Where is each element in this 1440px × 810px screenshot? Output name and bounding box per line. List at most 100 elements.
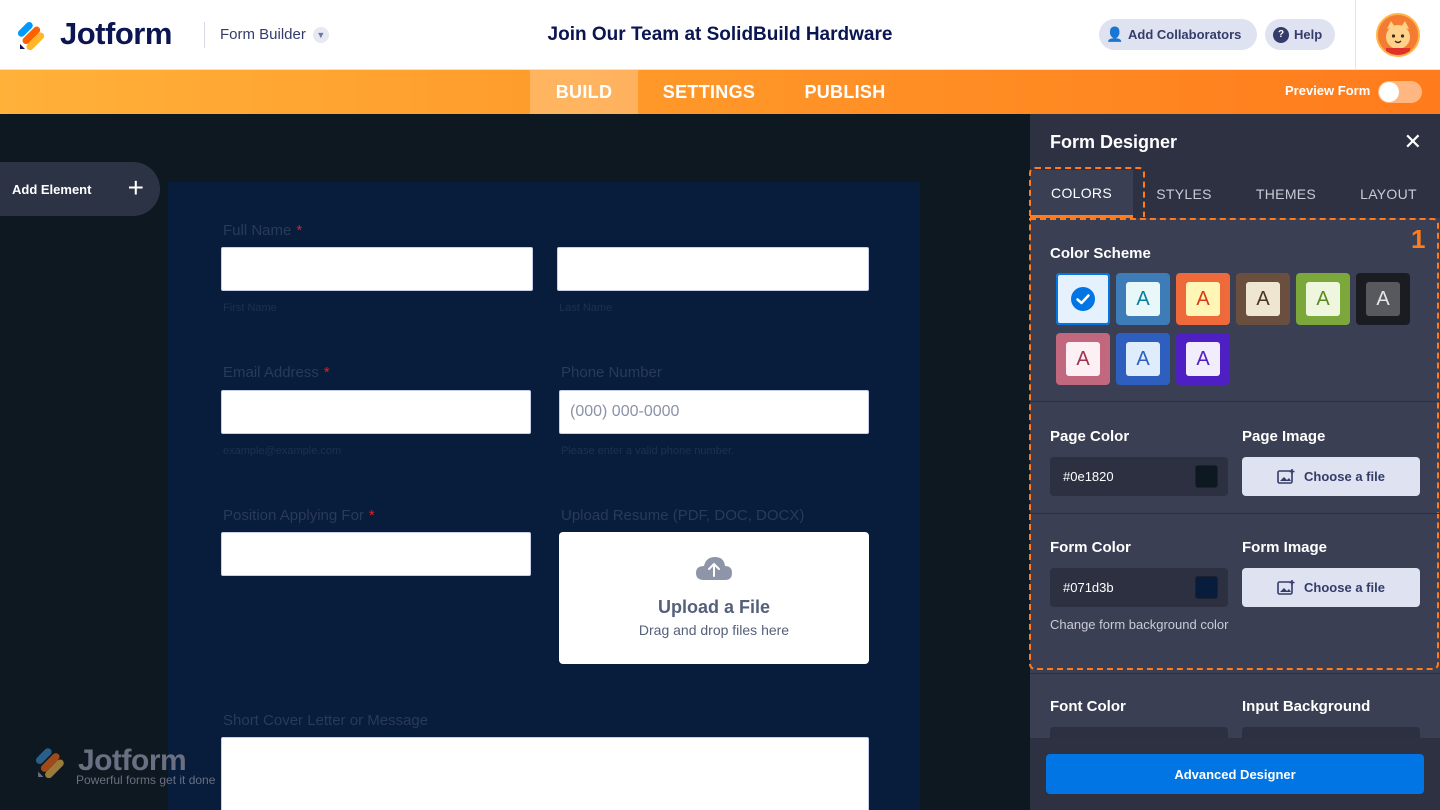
close-icon[interactable]: ✕ xyxy=(1404,129,1422,155)
cover-letter-label: Short Cover Letter or Message xyxy=(223,712,429,729)
add-collaborators-button[interactable]: 👤 Add Collaborators xyxy=(1099,19,1257,50)
tab-layout[interactable]: LAYOUT xyxy=(1337,170,1440,218)
email-input[interactable] xyxy=(221,390,531,434)
jotform-logo[interactable]: Jotform xyxy=(18,16,172,52)
brand-name: Jotform xyxy=(60,16,172,51)
advanced-designer-button[interactable]: Advanced Designer xyxy=(1046,754,1424,794)
font-color-field[interactable] xyxy=(1050,727,1228,738)
jotform-logo-icon xyxy=(18,21,45,50)
page-color-label: Page Color xyxy=(1050,428,1130,445)
position-input[interactable] xyxy=(221,532,531,576)
color-scheme-swatch[interactable]: A xyxy=(1176,333,1230,385)
header-divider-right xyxy=(1355,0,1356,70)
swatch-letter: A xyxy=(1126,282,1160,316)
add-collaborators-label: Add Collaborators xyxy=(1128,27,1242,42)
question-icon: ? xyxy=(1273,26,1289,43)
form-builder-dropdown[interactable]: Form Builder ▼ xyxy=(220,26,329,43)
page-image-label: Page Image xyxy=(1242,428,1326,445)
email-label: Email Address * xyxy=(223,364,330,381)
upload-subtitle: Drag and drop files here xyxy=(638,622,790,638)
phone-label: Phone Number xyxy=(561,364,662,381)
help-button[interactable]: ? Help xyxy=(1265,19,1335,50)
top-header: Jotform Form Builder ▼ Join Our Team at … xyxy=(0,0,1440,70)
preview-form-label: Preview Form xyxy=(1285,83,1371,98)
swatch-letter: A xyxy=(1306,282,1340,316)
highlight-number: 1 xyxy=(1411,224,1426,254)
tab-build[interactable]: BUILD xyxy=(530,70,638,114)
section-divider xyxy=(1030,513,1440,514)
tab-settings[interactable]: SETTINGS xyxy=(652,70,766,114)
add-element-label: Add Element xyxy=(12,181,92,197)
first-name-input[interactable] xyxy=(221,247,533,291)
form-color-hint: Change form background color xyxy=(1050,617,1229,632)
first-name-sublabel: First Name xyxy=(223,302,277,314)
avatar-cat-icon xyxy=(1378,15,1418,55)
color-scheme-title: Color Scheme xyxy=(1050,245,1151,262)
last-name-sublabel: Last Name xyxy=(559,302,613,314)
page-color-chip[interactable] xyxy=(1195,465,1218,488)
input-background-label: Input Background xyxy=(1242,698,1371,715)
swatch-letter: A xyxy=(1066,342,1100,376)
choose-file-label: Choose a file xyxy=(1304,469,1385,484)
form-color-label: Form Color xyxy=(1050,539,1131,556)
form-image-choose-button[interactable]: Choose a file xyxy=(1242,568,1420,607)
page-color-field[interactable]: #0e1820 xyxy=(1050,457,1228,496)
plus-icon: + xyxy=(127,172,144,203)
tab-publish[interactable]: PUBLISH xyxy=(794,70,896,114)
color-scheme-swatch[interactable]: A xyxy=(1356,273,1410,325)
color-scheme-swatch[interactable]: A xyxy=(1236,273,1290,325)
image-add-icon xyxy=(1277,469,1295,484)
input-background-field[interactable] xyxy=(1242,727,1420,738)
color-scheme-swatch[interactable]: A xyxy=(1116,273,1170,325)
swatch-letter: A xyxy=(1246,282,1280,316)
form-canvas: Full Name * First Name Last Name Email Ad… xyxy=(168,182,920,810)
email-sublabel: example@example.com xyxy=(223,445,342,457)
swatch-letter: A xyxy=(1366,282,1400,316)
phone-sublabel: Please enter a valid phone number. xyxy=(561,445,735,457)
form-color-value: #071d3b xyxy=(1063,580,1114,595)
highlight-tab-outline xyxy=(1029,167,1145,217)
last-name-input[interactable] xyxy=(557,247,869,291)
page-color-value: #0e1820 xyxy=(1063,469,1114,484)
user-icon: 👤 xyxy=(1106,26,1124,42)
add-element-button[interactable]: Add Element + xyxy=(0,162,160,216)
help-label: Help xyxy=(1294,27,1323,42)
form-image-label: Form Image xyxy=(1242,539,1328,556)
toggle-knob xyxy=(1379,82,1399,102)
section-divider xyxy=(1030,401,1440,402)
full-name-label: Full Name * xyxy=(223,222,303,239)
form-color-field[interactable]: #071d3b xyxy=(1050,568,1228,607)
section-divider xyxy=(1030,673,1440,674)
position-label: Position Applying For * xyxy=(223,507,375,524)
color-scheme-swatch[interactable] xyxy=(1056,273,1110,325)
avatar[interactable] xyxy=(1376,13,1420,57)
header-divider xyxy=(204,22,205,48)
resume-label: Upload Resume (PDF, DOC, DOCX) xyxy=(561,507,805,524)
page-image-choose-button[interactable]: Choose a file xyxy=(1242,457,1420,496)
chevron-down-icon: ▼ xyxy=(312,26,329,43)
form-builder-label: Form Builder xyxy=(220,26,306,43)
swatch-letter: A xyxy=(1186,282,1220,316)
color-scheme-swatch[interactable]: A xyxy=(1176,273,1230,325)
check-circle-icon xyxy=(1066,282,1100,316)
font-color-label: Font Color xyxy=(1050,698,1126,715)
form-color-chip[interactable] xyxy=(1195,576,1218,599)
tab-themes[interactable]: THEMES xyxy=(1235,170,1337,218)
tab-styles[interactable]: STYLES xyxy=(1133,170,1235,218)
phone-input[interactable]: (000) 000-0000 xyxy=(559,390,869,434)
swatch-letter: A xyxy=(1186,342,1220,376)
image-add-icon xyxy=(1277,580,1295,595)
watermark-logo-icon xyxy=(36,748,64,778)
resume-upload-dropzone[interactable]: Upload a File Drag and drop files here xyxy=(559,532,869,664)
cloud-upload-icon xyxy=(696,557,732,580)
designer-header: Form Designer ✕ xyxy=(1030,114,1440,170)
color-scheme-swatch[interactable]: A xyxy=(1296,273,1350,325)
designer-footer: Advanced Designer xyxy=(1030,738,1440,810)
cover-letter-textarea[interactable] xyxy=(221,737,869,810)
color-scheme-swatch[interactable]: A xyxy=(1056,333,1110,385)
color-scheme-swatch[interactable]: A xyxy=(1116,333,1170,385)
form-title[interactable]: Join Our Team at SolidBuild Hardware xyxy=(548,24,893,45)
swatch-letter: A xyxy=(1126,342,1160,376)
preview-form-toggle[interactable] xyxy=(1378,81,1422,103)
watermark-tagline: Powerful forms get it done xyxy=(76,773,216,787)
